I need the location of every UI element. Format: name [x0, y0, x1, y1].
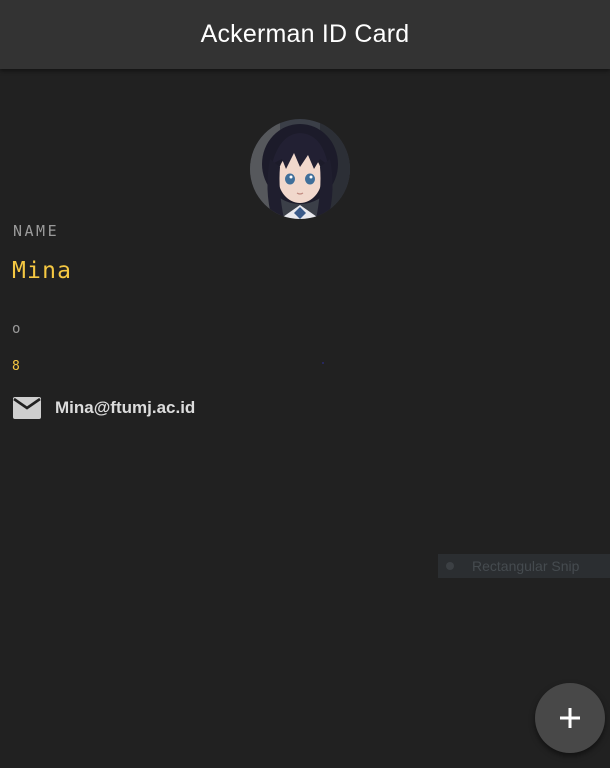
mail-icon: [13, 397, 41, 419]
avatar-image: [250, 119, 350, 219]
avatar[interactable]: [250, 119, 350, 219]
snip-dot-icon: [446, 562, 454, 570]
app-title: Ackerman ID Card: [200, 20, 410, 48]
add-button[interactable]: [535, 683, 605, 753]
stray-dot: [322, 362, 324, 364]
snip-label: Rectangular Snip: [472, 558, 580, 574]
email-row[interactable]: Mina@ftumj.ac.id: [13, 393, 195, 423]
app-bar: Ackerman ID Card: [0, 0, 610, 69]
plus-icon: [560, 708, 580, 728]
secondary-value: 8: [12, 359, 20, 374]
name-value: Mina: [12, 258, 73, 284]
rectangular-snip-overlay[interactable]: Rectangular Snip: [438, 554, 610, 578]
name-label: NAME: [13, 222, 60, 240]
secondary-label: o: [12, 321, 21, 337]
email-text: Mina@ftumj.ac.id: [55, 398, 196, 417]
